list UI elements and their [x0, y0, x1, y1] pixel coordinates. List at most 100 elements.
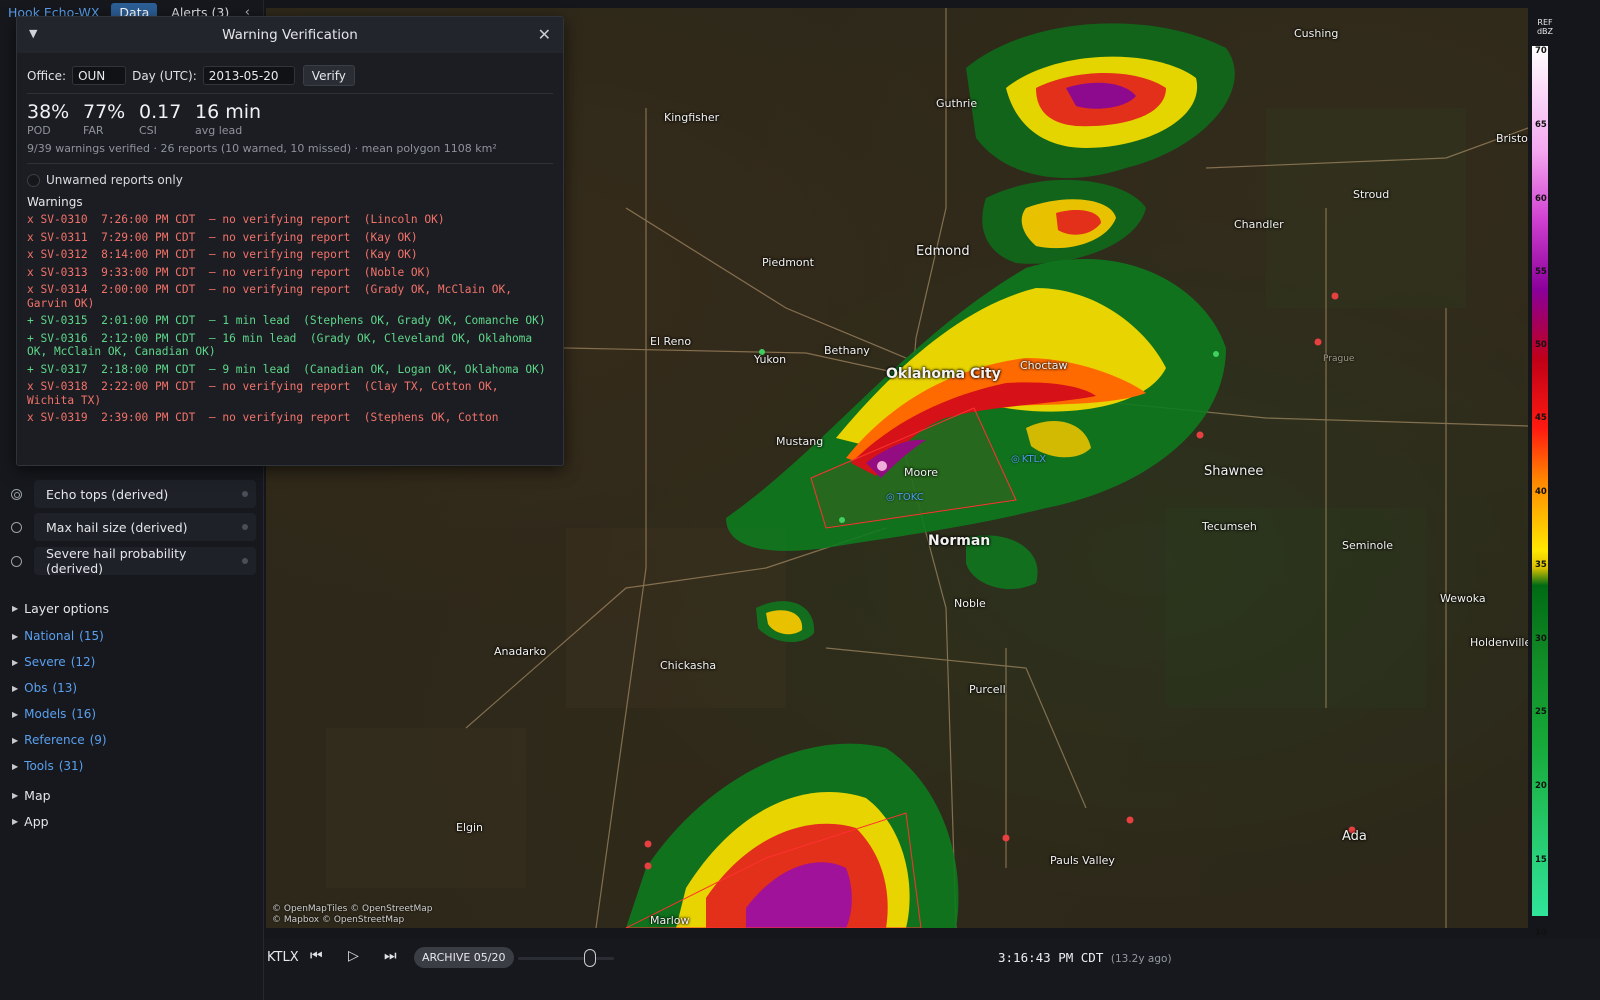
radar-site-tokc[interactable]: TOKC	[886, 492, 924, 503]
legend-title-ref: REF	[1537, 18, 1553, 27]
dialog-title: Warning Verification	[222, 27, 358, 43]
warning-item[interactable]: + SV-0317 2:18:00 PM CDT — 9 min lead (C…	[27, 363, 552, 377]
section-label: Layer options	[24, 601, 110, 616]
city-label: Chickasha	[660, 659, 717, 672]
city-label: Yukon	[754, 353, 787, 366]
section-tools[interactable]: ▶ Tools (31)	[12, 759, 83, 773]
layer-row-max-hail[interactable]: Max hail size (derived)	[8, 513, 256, 541]
stat-value: 16 min	[195, 101, 262, 123]
play-icon[interactable]: ▷	[348, 948, 359, 964]
city-label: Cushing	[1294, 27, 1339, 40]
warning-item[interactable]: x SV-0312 8:14:00 PM CDT — no verifying …	[27, 248, 552, 262]
office-input[interactable]: OUN	[72, 66, 127, 85]
legend-tick: 35	[1535, 560, 1547, 570]
legend-title: REF dBZ	[1531, 18, 1559, 36]
city-label: Guthrie	[936, 97, 978, 110]
section-map[interactable]: ▶ Map	[12, 788, 51, 803]
city-label: Elgin	[456, 821, 484, 834]
stat-label: CSI	[139, 124, 157, 137]
section-layer-options[interactable]: ▶ Layer options	[12, 601, 109, 616]
radio-icon[interactable]	[11, 555, 22, 567]
close-icon[interactable]: ✕	[538, 25, 551, 44]
archive-badge[interactable]: ARCHIVE 05/20	[414, 947, 514, 968]
dialog-header[interactable]: ▼ Warning Verification ✕	[17, 17, 563, 53]
section-count: (31)	[58, 759, 84, 773]
city-label: Shawnee	[1204, 464, 1264, 479]
warning-item[interactable]: x SV-0318 2:22:00 PM CDT — no verifying …	[27, 380, 552, 407]
legend-tick: 15	[1535, 855, 1547, 865]
section-count: (12)	[70, 655, 96, 669]
stat-pod: 38% POD	[27, 101, 69, 137]
radio-icon[interactable]	[11, 521, 22, 533]
city-label: Mustang	[776, 435, 824, 448]
current-site-label[interactable]: KTLX	[267, 950, 299, 965]
step-back-icon[interactable]: ⏮	[310, 948, 323, 964]
city-label: Purcell	[969, 683, 1006, 696]
section-severe[interactable]: ▶ Severe (12)	[12, 655, 95, 669]
divider	[27, 93, 553, 94]
section-label: App	[24, 814, 49, 829]
status-dot-icon	[242, 491, 248, 497]
stat-label: avg lead	[195, 124, 243, 137]
chevron-right-icon: ▶	[12, 657, 19, 667]
section-label: Reference	[24, 733, 85, 747]
section-app[interactable]: ▶ App	[12, 814, 49, 829]
stat-value: 0.17	[139, 101, 182, 123]
checkbox-icon[interactable]	[27, 173, 40, 187]
scroll-fade	[27, 438, 552, 458]
layer-row-severe-hail-prob[interactable]: Severe hail probability (derived)	[8, 546, 256, 576]
day-input[interactable]: 2013-05-20	[202, 66, 295, 85]
collapse-triangle-icon[interactable]: ▼	[29, 27, 37, 40]
chevron-right-icon: ▶	[12, 761, 19, 771]
stat-label: FAR	[83, 124, 104, 137]
city-label: Norman	[928, 533, 991, 549]
section-national[interactable]: ▶ National (15)	[12, 629, 104, 643]
city-label: Wewoka	[1440, 592, 1486, 605]
chevron-right-icon: ▶	[12, 631, 19, 641]
city-label: Kingfisher	[664, 111, 720, 124]
city-label: Stroud	[1353, 188, 1390, 201]
layer-card[interactable]: Severe hail probability (derived)	[34, 546, 256, 576]
warning-item[interactable]: x SV-0314 2:00:00 PM CDT — no verifying …	[27, 283, 552, 310]
layer-row-echo-tops[interactable]: Echo tops (derived)	[8, 480, 256, 508]
city-label: Prague	[1323, 354, 1355, 364]
city-label: Bethany	[824, 344, 870, 357]
section-count: (9)	[89, 733, 107, 747]
section-count: (13)	[52, 681, 78, 695]
section-label: Severe	[24, 655, 66, 669]
step-forward-icon[interactable]: ⏭	[384, 948, 397, 964]
section-models[interactable]: ▶ Models (16)	[12, 707, 96, 721]
section-count: (16)	[71, 707, 97, 721]
layer-card[interactable]: Echo tops (derived)	[34, 480, 256, 508]
warning-item[interactable]: x SV-0311 7:29:00 PM CDT — no verifying …	[27, 231, 552, 245]
warning-item[interactable]: x SV-0319 2:39:00 PM CDT — no verifying …	[27, 411, 552, 425]
radar-site-ktlx[interactable]: KTLX	[1011, 454, 1046, 465]
current-time: 3:16:43 PM CDT (13.2y ago)	[998, 950, 1172, 965]
warning-item[interactable]: + SV-0316 2:12:00 PM CDT — 16 min lead (…	[27, 332, 552, 359]
section-count: (15)	[79, 629, 104, 643]
city-label: Piedmont	[762, 256, 814, 269]
chevron-right-icon: ▶	[12, 791, 19, 800]
warnings-list[interactable]: x SV-0310 7:26:00 PM CDT — no verifying …	[27, 213, 552, 458]
city-label: Seminole	[1342, 539, 1394, 552]
section-obs[interactable]: ▶ Obs (13)	[12, 681, 77, 695]
section-label: Models	[24, 707, 67, 721]
layer-card[interactable]: Max hail size (derived)	[34, 513, 256, 541]
time-slider-track[interactable]	[518, 957, 614, 960]
legend-tick: 70	[1535, 46, 1547, 56]
playback-bar: KTLX ⏮ ▷ ⏭ ARCHIVE 05/20 3:16:43 PM CDT …	[264, 938, 1600, 1000]
city-label: Bristow	[1496, 132, 1528, 145]
verify-button[interactable]: Verify	[302, 65, 355, 86]
warning-item[interactable]: x SV-0310 7:26:00 PM CDT — no verifying …	[27, 213, 552, 227]
section-reference[interactable]: ▶ Reference (9)	[12, 733, 107, 747]
time-slider-handle[interactable]	[584, 949, 596, 967]
time-value: 3:16:43 PM CDT	[998, 950, 1104, 965]
legend-tick: 65	[1535, 120, 1547, 130]
warning-item[interactable]: + SV-0315 2:01:00 PM CDT — 1 min lead (S…	[27, 314, 552, 328]
city-label: Choctaw	[1020, 359, 1068, 372]
unwarned-toggle[interactable]: Unwarned reports only	[27, 173, 183, 187]
warning-item[interactable]: x SV-0313 9:33:00 PM CDT — no verifying …	[27, 266, 552, 280]
city-label: Edmond	[916, 244, 970, 259]
radio-icon[interactable]	[11, 488, 22, 500]
city-label: Chandler	[1234, 218, 1284, 231]
